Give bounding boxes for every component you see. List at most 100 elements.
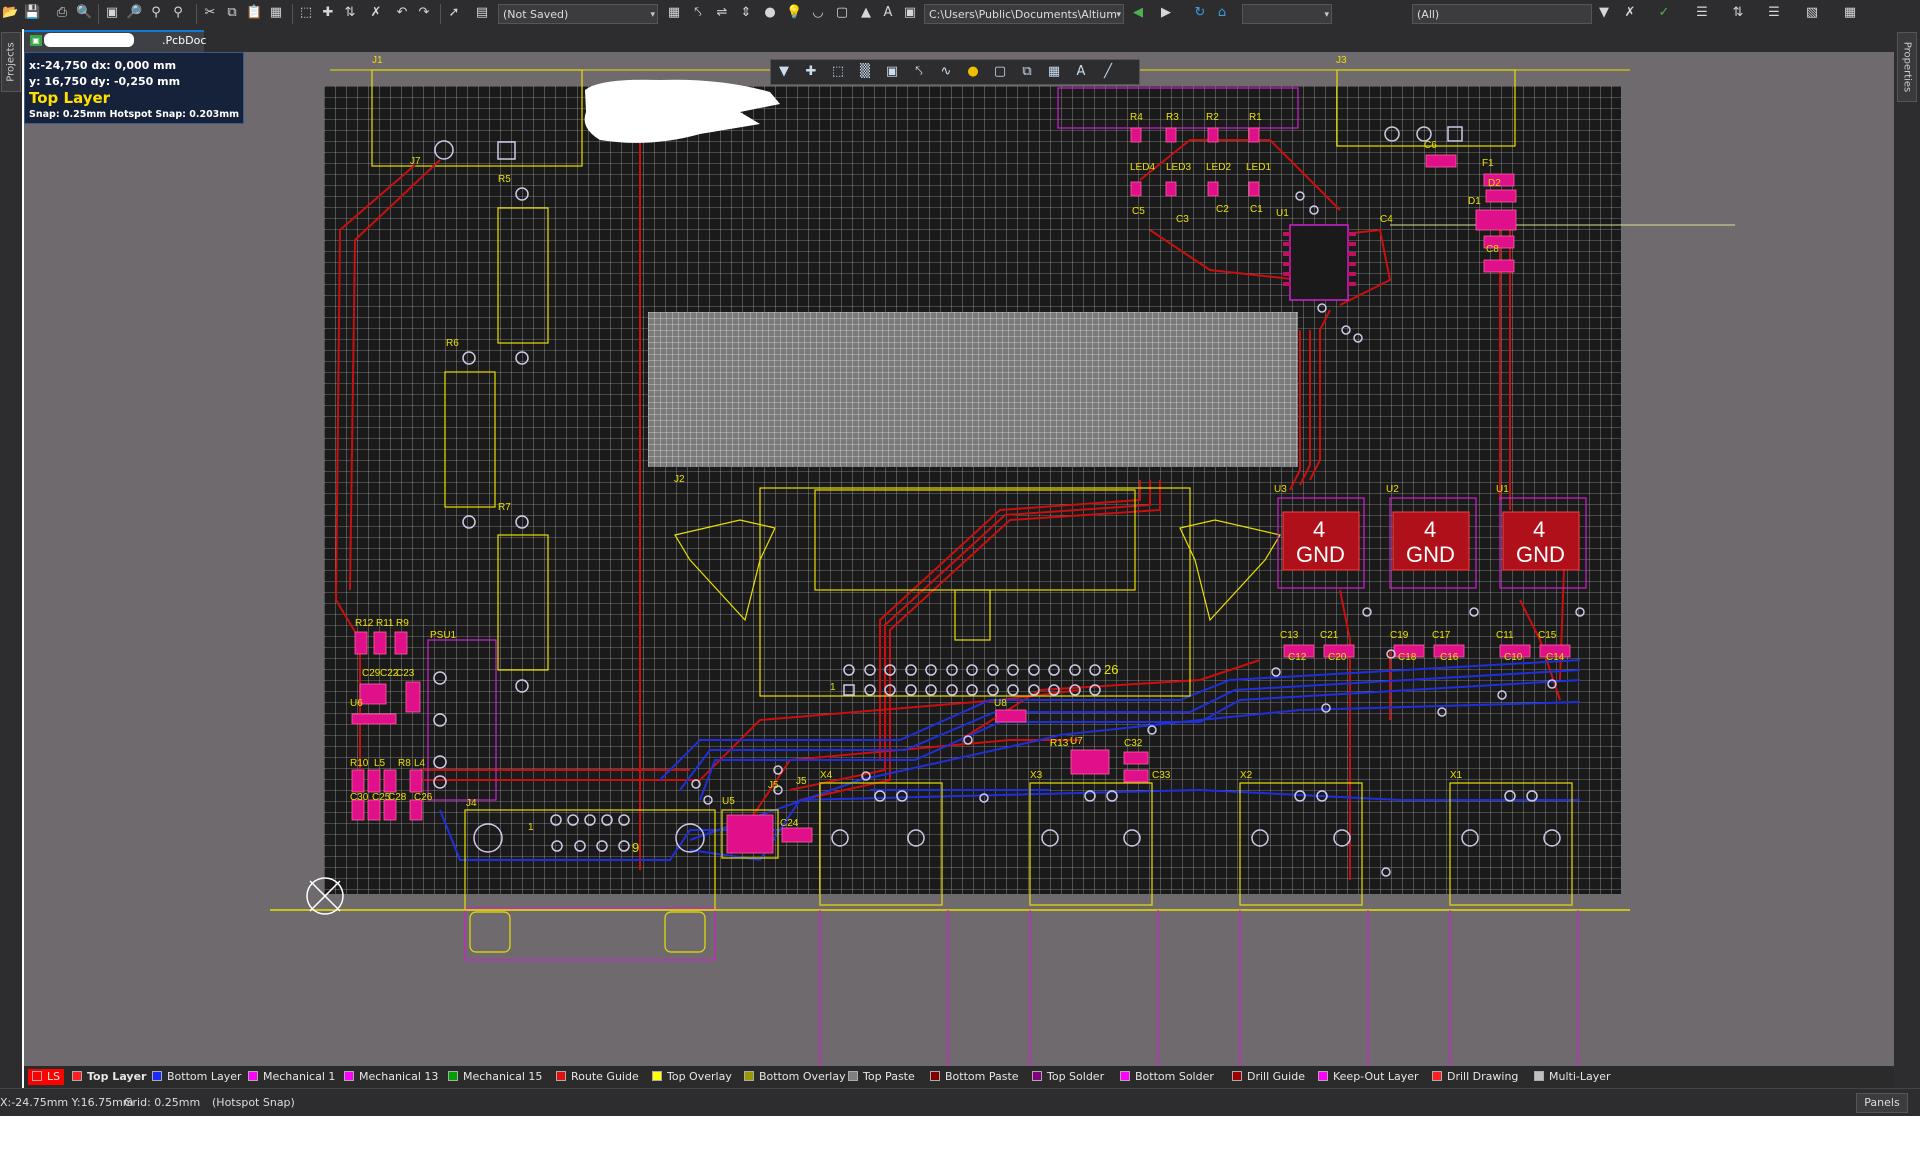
designator-c10: C10 [1504,652,1523,663]
fill-icon[interactable]: ▢ [834,5,850,21]
string-icon[interactable]: A [880,5,896,21]
layer-tab[interactable]: Drill Guide [1232,1069,1305,1085]
move-cross-icon[interactable]: ✚ [802,63,820,81]
zoom-area-icon[interactable]: 🔎 [126,5,142,21]
pcb-canvas[interactable]: 4 GND 4 GND 4 GND J1 J3 J7 R5 R6 R7 J2 R… [24,52,1894,1066]
layer-tab[interactable]: Top Paste [848,1069,915,1085]
net-filter-combo[interactable]: ▾ [1242,4,1332,24]
hatch-icon[interactable]: ▦ [666,5,682,21]
layer-tab[interactable]: Route Guide [556,1069,639,1085]
align-bar-icon[interactable]: ▒ [856,63,874,81]
graph-icon[interactable]: ▦ [1045,63,1063,81]
layer-tab[interactable]: Top Layer [72,1069,146,1085]
zoom-fit-icon[interactable]: ▣ [104,5,120,21]
select-rect-icon[interactable]: ⬚ [829,63,847,81]
diff-pair-route-icon[interactable]: ∿ [937,63,955,81]
rubber-stamp-icon[interactable]: ▦ [268,5,284,21]
print-icon[interactable]: ⎙ [54,5,70,21]
forward-icon[interactable]: ▶ [1158,5,1174,21]
designator-c5: C5 [1132,206,1145,217]
route-track-icon[interactable]: ⤣ [910,63,928,81]
clear-selection-icon[interactable]: ✗ [368,5,384,21]
filter-clear-icon[interactable]: ✗ [1622,5,1638,21]
properties-panel-tab[interactable]: Properties [1897,32,1917,102]
multi-route-icon[interactable]: ⇕ [738,5,754,21]
text-icon[interactable]: A [1072,63,1090,81]
fill-region-icon[interactable]: ▢ [991,63,1009,81]
path-combo[interactable]: C:\Users\Public\Documents\Altium ▾ [924,4,1124,24]
layer-tab-label: Bottom Layer [167,1070,242,1083]
redo-icon[interactable]: ↷ [416,5,432,21]
layer-color-swatch [744,1071,754,1081]
designator-j5: J5 [768,780,779,791]
designator-j4-pin1: 1 [528,822,534,833]
projects-panel-tab[interactable]: Projects [1,32,21,92]
pad-via-icon[interactable]: ● [964,63,982,81]
layer-tab[interactable]: Bottom Solder [1120,1069,1214,1085]
paste-icon[interactable]: 📋 [246,5,262,21]
open-folder-icon[interactable]: 📂 [2,5,18,21]
layer-tab-label: Mechanical 15 [463,1070,543,1083]
polygon-icon[interactable]: ▲ [858,5,874,21]
layer-tab[interactable]: Top Overlay [652,1069,732,1085]
zoom-filtered-icon[interactable]: ⚲ [170,5,186,21]
move-icon[interactable]: ✚ [320,5,336,21]
print-preview-icon[interactable]: 🔍 [76,5,92,21]
designator-r6: R6 [446,338,459,349]
dimension-icon[interactable]: ⧉ [1018,63,1036,81]
save-status-combo[interactable]: (Not Saved) ▾ [498,4,658,24]
layer-stack-icon[interactable]: ☰ [1766,5,1782,21]
layer-tab[interactable]: LS [28,1069,65,1085]
back-icon[interactable]: ◀ [1130,5,1146,21]
cut-icon[interactable]: ✂ [202,5,218,21]
pad-icon[interactable]: 💡 [786,5,802,21]
pcb-drawing[interactable]: 4 GND 4 GND 4 GND J1 J3 J7 R5 R6 R7 J2 R… [24,52,1894,1066]
drc-icon[interactable]: ✓ [1656,5,1672,21]
designator-j4-pin9: 9 [632,840,639,855]
pcb-document-icon: ▣ [30,35,42,46]
component-icon[interactable]: ▣ [902,5,918,21]
layer-tab[interactable]: Bottom Layer [152,1069,242,1085]
diff-pair-icon[interactable]: ⇌ [714,5,730,21]
layer-tab[interactable]: Bottom Overlay [744,1069,846,1085]
save-icon[interactable]: 💾 [24,5,40,21]
layer-tab[interactable]: Bottom Paste [930,1069,1019,1085]
cross-probe-icon[interactable]: ➚ [446,5,462,21]
layer-tab[interactable]: Mechanical 15 [448,1069,542,1085]
filter-icon[interactable]: ▼ [775,63,793,81]
component-place-icon[interactable]: ▣ [883,63,901,81]
undo-icon[interactable]: ↶ [394,5,410,21]
view-icon[interactable]: ▧ [1804,5,1820,21]
layer-tab[interactable]: Mechanical 13 [344,1069,438,1085]
route-icon[interactable]: ⤣ [690,5,706,21]
class-filter-combo[interactable]: (All) [1412,4,1592,24]
grid-icon[interactable]: ▦ [1842,5,1858,21]
arc-icon[interactable]: ◡ [810,5,826,21]
designator-x2: X2 [1240,770,1253,781]
panels-button[interactable]: Panels [1856,1093,1908,1113]
layer-tab[interactable]: Drill Drawing [1432,1069,1518,1085]
layer-tab[interactable]: Top Solder [1032,1069,1104,1085]
copy-icon[interactable]: ⧉ [224,5,240,21]
layer-color-swatch [848,1071,858,1081]
layer-tab-label: Bottom Solder [1135,1070,1214,1083]
via-icon[interactable]: ● [762,5,778,21]
browse-icon[interactable]: ▤ [474,5,490,21]
designator-c16: C16 [1440,652,1459,663]
home-icon[interactable]: ⌂ [1214,5,1230,21]
distribute-icon[interactable]: ⇅ [1730,5,1746,21]
layer-tab[interactable]: Mechanical 1 [248,1069,335,1085]
move-selection-icon[interactable]: ⇅ [342,5,358,21]
filter-apply-icon[interactable]: ▼ [1596,5,1612,21]
layer-tab-label: Multi-Layer [1549,1070,1611,1083]
align-icon[interactable]: ☰ [1694,5,1710,21]
line-icon[interactable]: ╱ [1099,63,1117,81]
refresh-icon[interactable]: ↻ [1192,5,1208,21]
layer-tab[interactable]: Multi-Layer [1534,1069,1611,1085]
select-area-icon[interactable]: ⬚ [298,5,314,21]
designator-c1: C1 [1250,204,1263,215]
designator-u8: U8 [994,698,1007,709]
designator-u5: U5 [722,796,735,807]
layer-tab[interactable]: Keep-Out Layer [1318,1069,1419,1085]
zoom-selected-icon[interactable]: ⚲ [148,5,164,21]
